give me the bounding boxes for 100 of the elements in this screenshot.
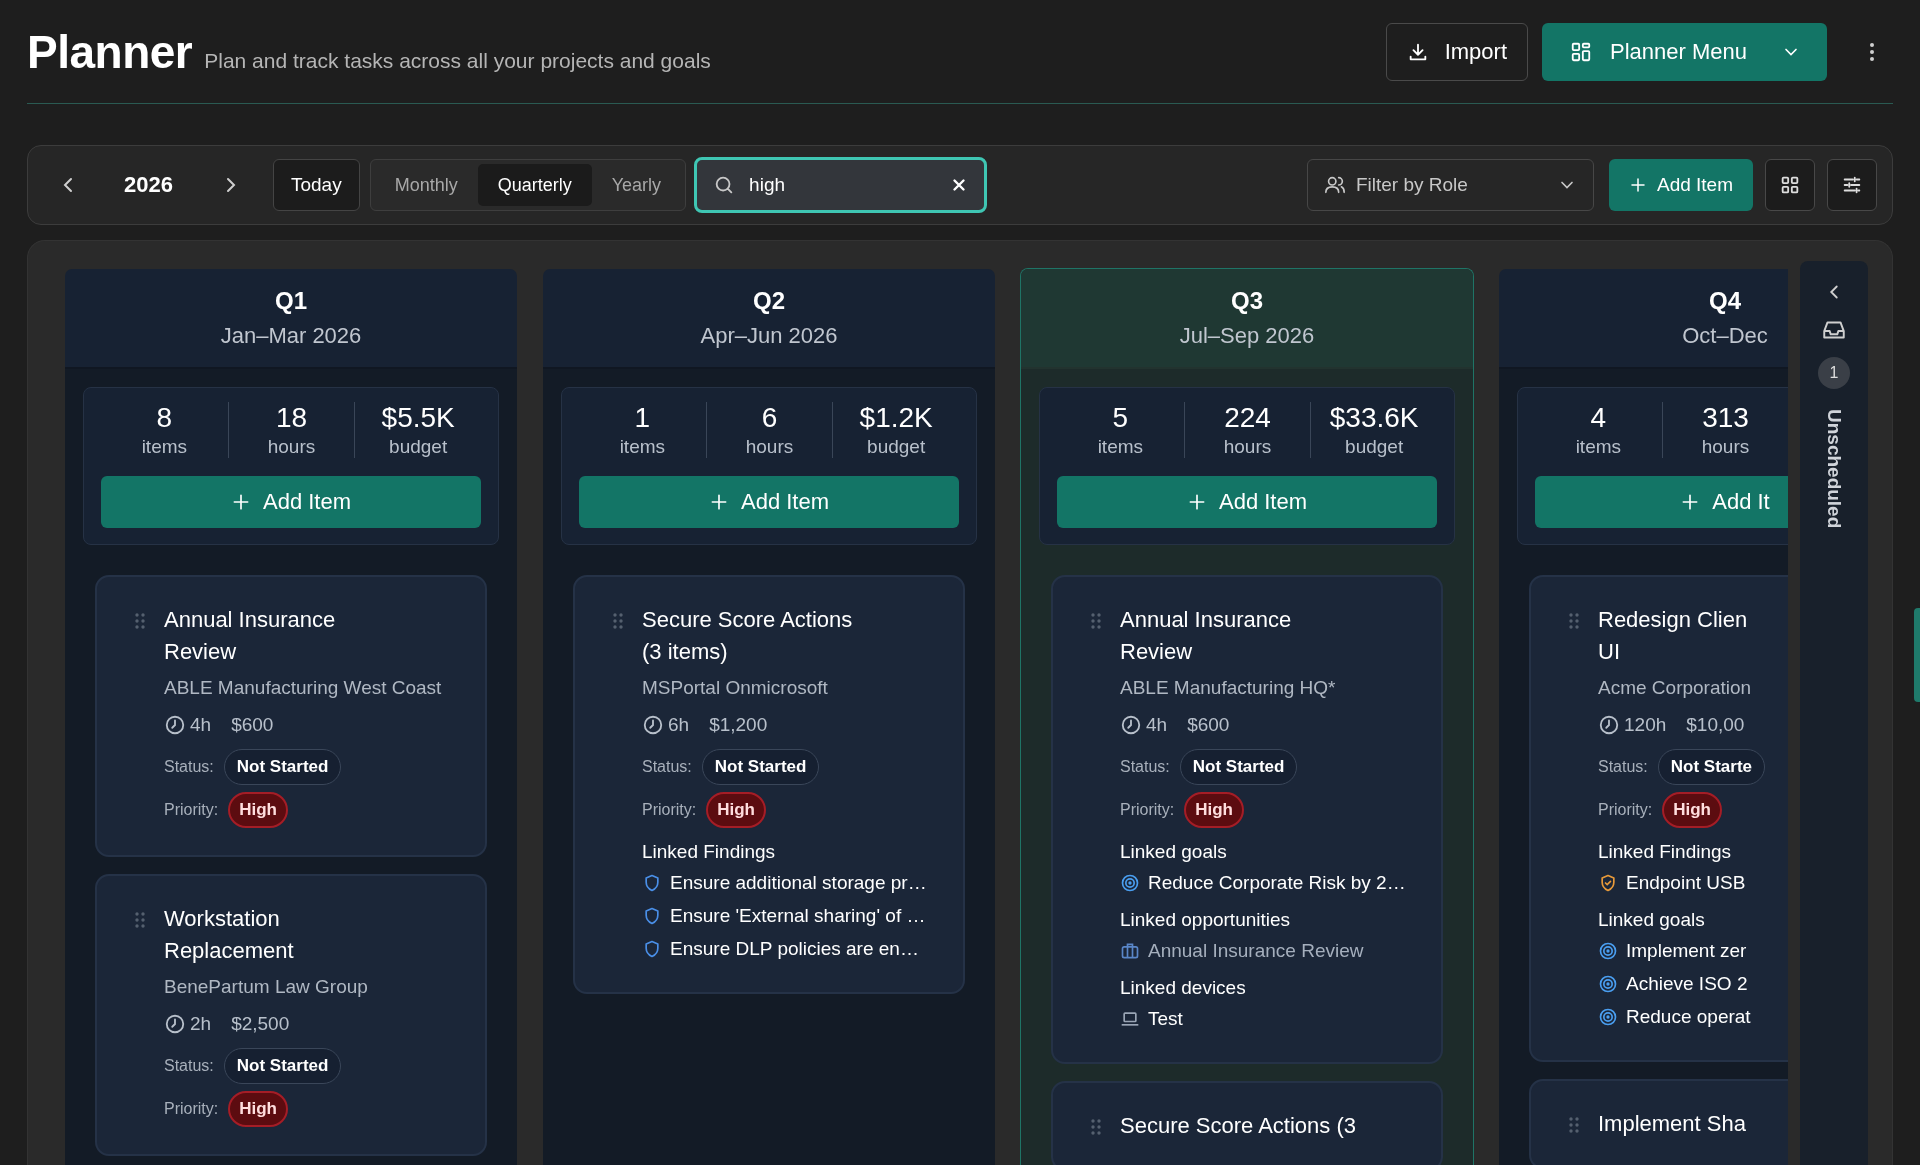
today-button[interactable]: Today <box>272 159 360 211</box>
drag-handle-icon[interactable] <box>1091 1119 1101 1135</box>
linked-item[interactable]: Ensure DLP policies are en… <box>670 937 919 960</box>
grid-view-button[interactable] <box>1765 159 1815 211</box>
import-button[interactable]: Import <box>1385 22 1528 81</box>
plus-icon <box>1628 176 1647 194</box>
priority-label: Priority: <box>164 1100 219 1118</box>
year-label: 2026 <box>124 172 173 198</box>
stat-label: items <box>619 436 666 458</box>
stat-value: 5 <box>1112 402 1129 434</box>
stat-value: 224 <box>1224 402 1271 434</box>
task-hours: 120h <box>1624 714 1667 736</box>
linked-item[interactable]: Test <box>1148 1007 1183 1030</box>
status-badge: Not Started <box>701 749 820 785</box>
role-filter-dropdown[interactable]: Filter by Role <box>1306 159 1594 211</box>
stat-label: budget <box>389 436 448 458</box>
task-title: Annual Insurance Review <box>1120 606 1293 666</box>
linked-item[interactable]: Annual Insurance Review <box>1148 939 1364 962</box>
section-heading: Linked Findings <box>1598 840 1733 864</box>
add-item-button[interactable]: Add Item <box>579 476 959 528</box>
page-subtitle: Plan and track tasks across all your projects and goals <box>204 48 711 73</box>
target-icon <box>1598 940 1618 961</box>
stat-value: 1 <box>634 402 651 434</box>
section-heading: Linked goals <box>1120 840 1228 864</box>
status-label: Status: <box>164 1057 214 1075</box>
task-hours: 6h <box>668 714 690 736</box>
task-card[interactable]: Annual Insurance Review ABLE Manufacturing HQ* 4h $600 Status: Not Started Priority: High Linked goals Reduce Corporate Risk by 2… Linked opportunities Annual Insurance Review Linked devices Test <box>1051 575 1443 1064</box>
task-card[interactable]: Annual Insurance Review ABLE Manufacturing West Coast 4h $600 Status: Not Started Priority: High <box>95 575 487 857</box>
priority-badge: High <box>228 1091 288 1127</box>
client-name: ABLE Manufacturing West Coast <box>164 676 443 700</box>
task-card[interactable] <box>573 575 965 994</box>
stat-value: 18 <box>275 402 308 434</box>
stat-value: 6 <box>761 402 778 434</box>
linked-item[interactable]: Implement zer <box>1626 939 1747 962</box>
settings-button[interactable] <box>1827 159 1877 211</box>
linked-item[interactable]: Reduce Corporate Risk by 2… <box>1148 871 1406 894</box>
drag-handle-icon[interactable] <box>1569 613 1579 629</box>
linked-item[interactable]: Achieve ISO 2 <box>1626 972 1748 995</box>
view-tab[interactable]: Quarterly <box>477 164 592 206</box>
client-name: ABLE Manufacturing HQ* <box>1120 676 1337 700</box>
task-hours: 2h <box>190 1013 212 1035</box>
quarter-dates: Jan–Mar 2026 <box>220 323 362 349</box>
client-name: Acme Corporation <box>1598 676 1753 700</box>
shield-icon <box>642 872 662 893</box>
priority-badge: High <box>1184 792 1244 828</box>
status-badge: Not Started <box>223 1048 342 1084</box>
stat-value: 4 <box>1590 402 1607 434</box>
view-tab[interactable]: Monthly <box>374 164 478 206</box>
priority-badge: High <box>706 792 766 828</box>
target-icon <box>1598 973 1618 994</box>
task-card[interactable]: Workstation Replacement BenePartum Law Group 2h $2,500 Status: Not Started Priority: High <box>95 874 487 1156</box>
unscheduled-label: Unscheduled <box>1823 409 1845 529</box>
linked-item[interactable]: Endpoint USB <box>1626 871 1746 894</box>
drag-handle-icon[interactable] <box>135 613 145 629</box>
view-tab[interactable]: Yearly <box>591 164 682 206</box>
add-item-button[interactable]: Add It <box>1535 476 1788 528</box>
linked-item[interactable]: Ensure 'External sharing' of … <box>670 904 926 927</box>
status-badge: Not Started <box>1179 749 1298 785</box>
clock-icon <box>642 714 664 736</box>
task-hours: 4h <box>190 714 212 736</box>
more-icon[interactable] <box>1869 41 1875 62</box>
task-cost: $10,00 <box>1686 714 1745 736</box>
add-item-button[interactable]: Add Item <box>1057 476 1437 528</box>
add-item-button[interactable]: Add Item <box>101 476 481 528</box>
shield-check-icon <box>1598 872 1618 893</box>
drag-handle-icon[interactable] <box>1569 1117 1579 1133</box>
priority-label: Priority: <box>164 801 219 819</box>
search-field[interactable]: high <box>694 157 988 213</box>
task-hours: 4h <box>1146 714 1168 736</box>
stat-value: $5.5K <box>381 402 455 434</box>
quarter-dates: Oct–Dec <box>1682 323 1768 349</box>
task-card[interactable]: Implement Sha <box>1529 1079 1788 1165</box>
section-heading: Linked opportunities <box>1120 908 1292 932</box>
drag-handle-icon[interactable] <box>1091 613 1101 629</box>
linked-item[interactable]: Ensure additional storage pr… <box>670 871 927 894</box>
stat-label: hours <box>745 436 794 458</box>
add-item-button[interactable]: Add Item <box>1608 159 1753 211</box>
client-name: BenePartum Law Group <box>164 975 369 999</box>
task-title: Implement Sha <box>1598 1110 1747 1138</box>
task-card[interactable]: Secure Score Actions (3 <box>1051 1081 1443 1165</box>
drag-handle-icon[interactable] <box>613 613 623 629</box>
stat-value: $1.2K <box>859 402 933 434</box>
status-label: Status: <box>1120 758 1170 776</box>
status-label: Status: <box>164 758 214 776</box>
task-card[interactable]: Redesign Clien UI Acme Corporation 120h $10,00 Status: Not Starte Priority: High Linked Findings Endpoint USB Linked goals Implement zer Achieve ISO 2 Reduce operat <box>1529 575 1788 1062</box>
dashboard-icon <box>1570 40 1592 63</box>
resize-handle[interactable] <box>1914 608 1920 702</box>
priority-badge: High <box>228 792 288 828</box>
quarter-dates: Jul–Sep 2026 <box>1179 323 1315 349</box>
linked-item[interactable]: Reduce operat <box>1626 1005 1751 1028</box>
search-input[interactable]: high <box>747 173 939 197</box>
planner-menu-button[interactable]: Planner Menu <box>1542 22 1827 81</box>
drag-handle-icon[interactable] <box>135 912 145 928</box>
quarter-dates: Apr–Jun 2026 <box>700 323 838 349</box>
clock-icon <box>1120 714 1142 736</box>
stat-label: items <box>141 436 188 458</box>
quarter-title: Q1 <box>275 287 307 315</box>
target-icon <box>1120 872 1140 893</box>
priority-badge: High <box>1662 792 1722 828</box>
quarter-title: Q4 <box>1709 287 1741 315</box>
